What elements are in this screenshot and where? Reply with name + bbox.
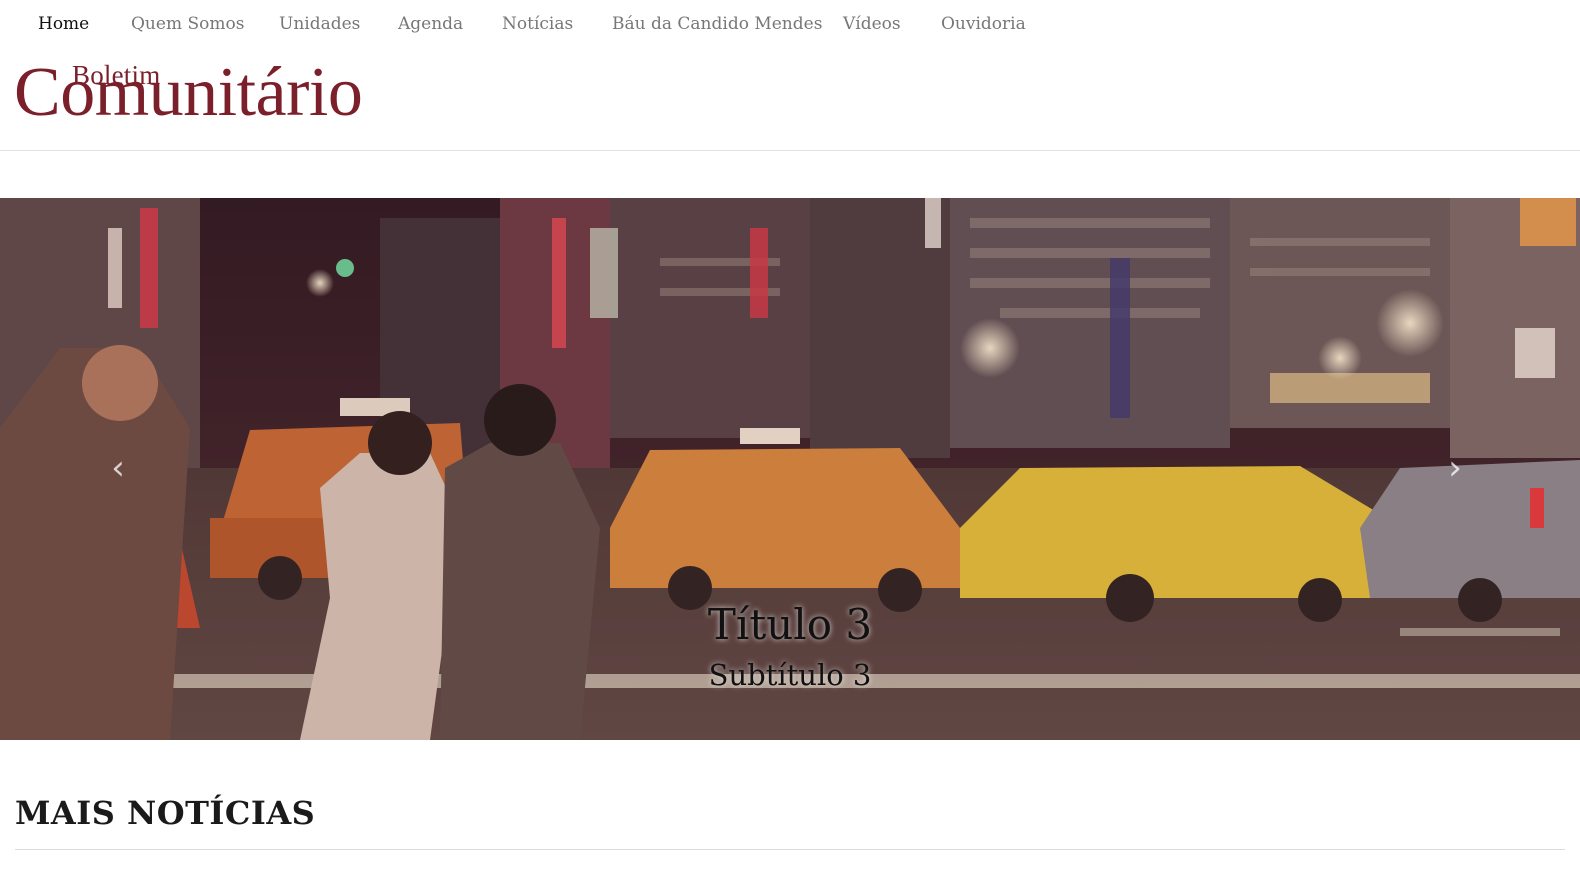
section-divider [15,849,1565,850]
nav-videos[interactable]: Vídeos [843,14,901,34]
nav-home[interactable]: Home [38,14,89,34]
nav-quem-somos[interactable]: Quem Somos [131,14,244,34]
slide-title: Título 3 [707,600,873,649]
logo-small-text: Boletim [72,60,161,90]
nav-agenda[interactable]: Agenda [398,14,463,34]
slide-subtitle: Subtítulo 3 [708,658,872,692]
section-title: MAIS NOTÍCIAS [15,794,316,832]
site-logo[interactable]: Comunitário Boletim [14,58,434,130]
logo-main-text: Comunitário [14,54,363,131]
chevron-left-icon[interactable]: ‹ [103,450,133,486]
header-divider [0,150,1580,151]
hero-carousel[interactable]: ‹ › Título 3 Subtítulo 3 [0,198,1580,740]
nav-unidades[interactable]: Unidades [279,14,360,34]
main-nav: Home Quem Somos Unidades Agenda Notícias… [0,0,1580,52]
nav-ouvidoria[interactable]: Ouvidoria [941,14,1026,34]
nav-noticias[interactable]: Notícias [502,14,573,34]
nav-bau-candido-mendes[interactable]: Báu da Candido Mendes [612,14,822,34]
chevron-right-icon[interactable]: › [1440,450,1470,486]
